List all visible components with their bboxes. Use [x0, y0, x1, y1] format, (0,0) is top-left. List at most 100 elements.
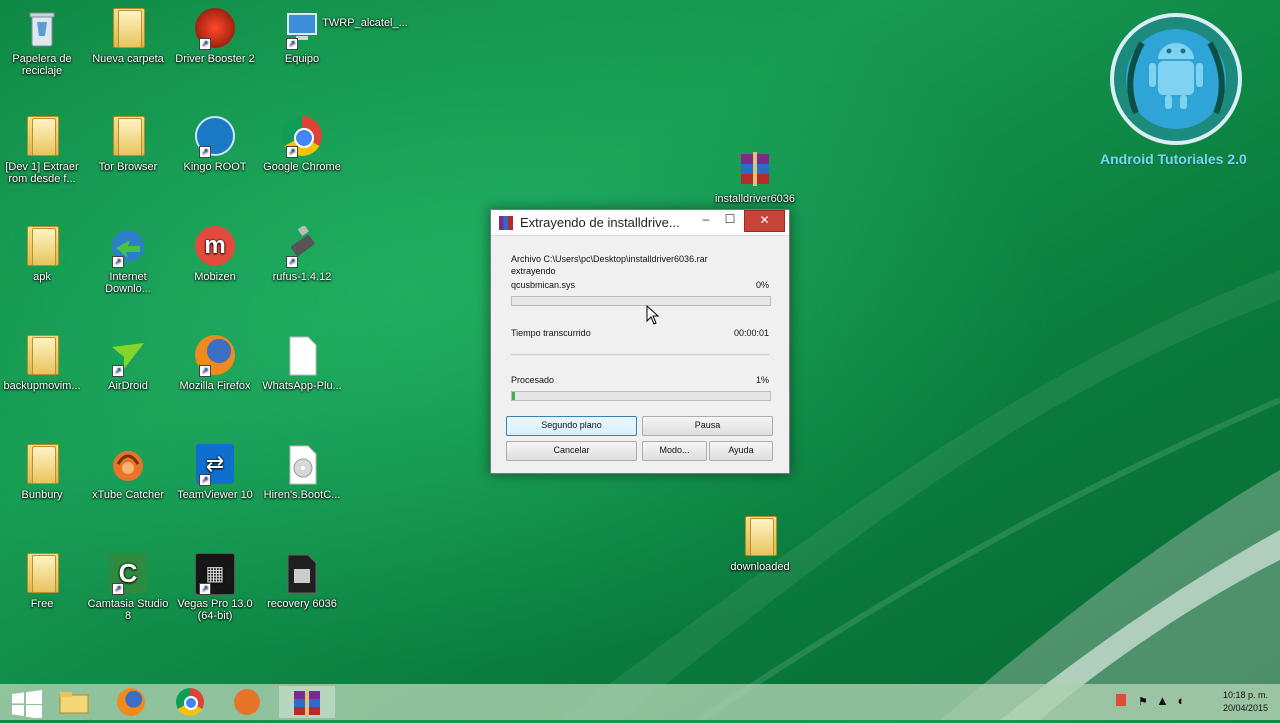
desktop-icon-winrar-archive[interactable]: installdriver6036 [712, 148, 798, 205]
desktop-icon-label: TWRP_alcatel_... [322, 17, 408, 29]
desktop-icon-driver-booster[interactable]: ↗ Driver Booster 2 [173, 8, 257, 65]
volume-icon[interactable]: ◖ [1176, 693, 1184, 708]
desktop-icon-label: Google Chrome [263, 161, 341, 173]
desktop-icon-label: Hiren's.BootC... [263, 489, 341, 501]
desktop-icon-folder[interactable]: Nueva carpeta [86, 8, 170, 65]
action-status: extrayendo [511, 266, 556, 276]
extraction-dialog: Extrayendo de installdrive... – ☐ ✕ Arch… [490, 209, 790, 474]
desktop-icon-teamviewer[interactable]: ⇄ ↗ TeamViewer 10 [173, 444, 257, 501]
kingo-root-icon: ↗ [195, 116, 235, 158]
file-icon [345, 0, 385, 14]
internet-download-manager-icon: ↗ [108, 226, 148, 268]
desktop-icon-folder[interactable]: [Dev 1] Extraer rom desde f... [0, 116, 84, 185]
processed-label: Procesado [511, 375, 555, 385]
folder-icon [22, 553, 62, 595]
disc-image-icon [282, 444, 322, 486]
desktop-icon-recycle-bin[interactable]: Papelera de reciclaje [0, 8, 84, 77]
desktop-icon-disc-image[interactable]: Hiren's.BootC... [260, 444, 344, 501]
elapsed-value: 00:00:01 [733, 328, 769, 338]
desktop-icon-label: installdriver6036 [714, 193, 796, 205]
elapsed-row: Tiempo transcurrido 00:00:01 [511, 328, 769, 338]
desktop-icon-label: [Dev 1] Extraer rom desde f... [5, 161, 79, 185]
desktop-icon-camtasia[interactable]: C ↗ Camtasia Studio 8 [86, 553, 170, 622]
current-file-name: qcusbmican.sys [511, 280, 576, 290]
desktop-icon-label: Kingo ROOT [183, 161, 247, 173]
winrar-icon [294, 689, 320, 717]
clock-date: 20/04/2015 [1222, 703, 1268, 713]
teamviewer-icon: ⇄ ↗ [195, 444, 235, 486]
pause-button[interactable]: Pausa [642, 416, 773, 436]
desktop-icon-internet-download-manager[interactable]: ↗ Internet Downlo... [86, 226, 170, 295]
desktop-icon-folder[interactable]: Bunbury [0, 444, 84, 501]
minimize-button[interactable]: – [695, 210, 717, 230]
desktop-icon-airdroid[interactable]: ↗ AirDroid [86, 335, 170, 392]
processed-progress-fill [512, 392, 515, 400]
separator [511, 354, 769, 355]
taskbar-xtube-catcher[interactable] [220, 686, 276, 718]
current-file-percent: 0% [755, 280, 769, 290]
taskbar-firefox[interactable] [103, 686, 159, 718]
recycle-bin-icon [22, 8, 62, 50]
mode-button[interactable]: Modo... [642, 441, 707, 461]
system-tray: ⚑ ▲ ◖ 10:18 p. m. 20/04/2015 [1110, 684, 1280, 720]
desktop-icon-label: rufus-1.4.12 [272, 271, 332, 283]
desktop-icon-chrome[interactable]: ↗ Google Chrome [260, 116, 344, 173]
desktop-icon-vegas-pro[interactable]: ▦ ↗ Vegas Pro 13.0 (64-bit) [173, 553, 257, 622]
desktop-icon-file[interactable]: WhatsApp-Plu... [260, 335, 344, 392]
taskbar: ⚑ ▲ ◖ 10:18 p. m. 20/04/2015 [0, 684, 1280, 720]
close-button[interactable]: ✕ [744, 210, 785, 232]
taskbar-winrar[interactable] [279, 686, 335, 718]
desktop-icon-kingo-root[interactable]: ↗ Kingo ROOT [173, 116, 257, 173]
network-icon[interactable]: ▲ [1156, 693, 1169, 708]
cancel-button[interactable]: Cancelar [506, 441, 637, 461]
desktop-icon-label: Bunbury [21, 489, 63, 501]
film-icon [282, 553, 322, 595]
folder-icon [22, 444, 62, 486]
file-icon [282, 335, 322, 377]
clock-time: 10:18 p. m. [1222, 690, 1268, 700]
folder-icon [108, 116, 148, 158]
xtube-catcher-icon [234, 689, 260, 715]
processed-percent: 1% [755, 375, 769, 385]
dialog-titlebar[interactable]: Extrayendo de installdrive... – ☐ ✕ [491, 210, 789, 236]
desktop-icon-label: Nueva carpeta [92, 53, 164, 65]
airdroid-icon: ↗ [108, 335, 148, 377]
desktop-icon-label: Tor Browser [98, 161, 158, 173]
tray-app-icon[interactable] [1116, 694, 1126, 706]
processed-progress-bar [511, 391, 771, 401]
desktop-icon-label: backupmovim... [3, 380, 81, 392]
desktop-icon-rufus[interactable]: ↗ rufus-1.4.12 [260, 224, 344, 283]
desktop-icon-label: WhatsApp-Plu... [262, 380, 342, 392]
desktop-icon-folder[interactable]: Free [0, 553, 84, 610]
background-button[interactable]: Segundo plano [506, 416, 637, 436]
taskbar-file-explorer[interactable] [46, 686, 102, 718]
desktop-icon-label: Mozilla Firefox [179, 380, 251, 392]
desktop-icon-label: Equipo [284, 53, 320, 65]
maximize-button[interactable]: ☐ [719, 210, 741, 230]
folder-icon [22, 226, 62, 268]
clock[interactable]: 10:18 p. m. 20/04/2015 [1223, 689, 1268, 715]
desktop-icon-folder[interactable]: apk [0, 226, 84, 283]
xtube-catcher-icon [108, 444, 148, 486]
desktop-icon-film[interactable]: recovery 6036 [260, 553, 344, 610]
firefox-icon: ↗ [195, 335, 235, 377]
desktop-icon-label: Mobizen [194, 271, 236, 283]
driver-booster-icon: ↗ [195, 8, 235, 50]
winrar-archive-icon [735, 148, 775, 190]
flag-icon[interactable]: ⚑ [1138, 695, 1148, 708]
processed-row: Procesado 1% [511, 375, 769, 385]
taskbar-chrome[interactable] [162, 686, 218, 718]
chrome-icon: ↗ [282, 116, 322, 158]
desktop-icon-file[interactable]: TWRP_alcatel_... [322, 0, 408, 29]
elapsed-label: Tiempo transcurrido [511, 328, 591, 338]
folder-icon [740, 516, 780, 558]
help-button[interactable]: Ayuda [709, 441, 773, 461]
desktop-icon-folder[interactable]: downloaded [718, 516, 802, 573]
desktop-icon-folder[interactable]: Tor Browser [86, 116, 170, 173]
desktop-icon-folder[interactable]: backupmovim... [0, 335, 84, 392]
desktop-icon-xtube-catcher[interactable]: xTube Catcher [86, 444, 170, 501]
desktop-icon-label: xTube Catcher [92, 489, 164, 501]
camtasia-icon: C ↗ [108, 553, 148, 595]
desktop-icon-firefox[interactable]: ↗ Mozilla Firefox [173, 335, 257, 392]
desktop-icon-mobizen[interactable]: m Mobizen [173, 226, 257, 283]
